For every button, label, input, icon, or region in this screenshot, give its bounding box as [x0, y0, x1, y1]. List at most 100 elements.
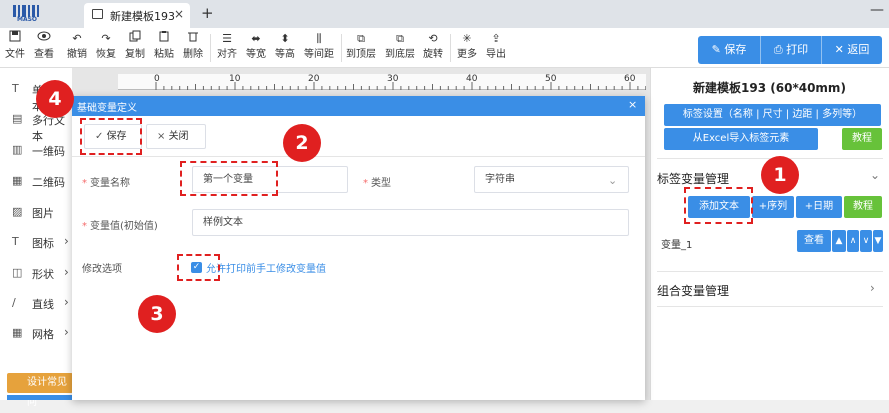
- ruler-label: 0: [154, 74, 160, 84]
- chevron-down-icon[interactable]: ⌄: [870, 168, 880, 182]
- toolbar-separator: [450, 34, 451, 62]
- minimize-icon[interactable]: —: [870, 2, 884, 18]
- toolbar-align-button[interactable]: ☰ 对齐: [216, 30, 238, 66]
- sidebar-item-label: 网格: [32, 328, 54, 341]
- sidebar-item-icon[interactable]: T 图标 ›: [0, 231, 72, 255]
- toolbar-rotate-button[interactable]: ⟲ 旋转: [422, 30, 444, 66]
- bring-top-icon: ⧉: [357, 32, 365, 45]
- sidebar-item-label: 一维码: [32, 145, 65, 158]
- toolbar-equal-height-button[interactable]: ⬍ 等高: [274, 30, 296, 66]
- print-button[interactable]: ⎙ 打印: [761, 36, 821, 64]
- toolbar-undo-button[interactable]: ↶ 撤销: [66, 30, 88, 66]
- chevron-right-icon: ›: [64, 265, 69, 279]
- export-icon: ⇪: [491, 32, 501, 45]
- toolbar-bring-top-button[interactable]: ⧉ 到顶层: [345, 30, 377, 66]
- variable-dialog: 基础变量定义 × ✓ 保存 × 关闭: [72, 96, 645, 400]
- back-button[interactable]: ✕ 返回: [822, 36, 882, 64]
- toolbar-equal-spacing-button[interactable]: ⫼ 等间距: [303, 30, 335, 66]
- combo-variable-management-title: 组合变量管理: [657, 284, 730, 298]
- toolbar-label: 旋转: [423, 49, 443, 60]
- label-settings-button[interactable]: 标签设置（名称 | 尺寸 | 边距 | 多列等）: [664, 104, 881, 126]
- toolbar-send-bottom-button[interactable]: ⧉ 到底层: [384, 30, 416, 66]
- equal-height-icon: ⬍: [280, 32, 290, 45]
- variable-management-title: 标签变量管理: [657, 172, 730, 186]
- toolbar-copy-button[interactable]: 复制: [124, 30, 146, 66]
- dialog-close-label: 关闭: [168, 131, 189, 142]
- variable-value-input[interactable]: 样例文本: [192, 209, 629, 236]
- toolbar-redo-button[interactable]: ↷ 恢复: [95, 30, 117, 66]
- type-label: * 类型: [363, 178, 391, 189]
- annotation-box-add-text: [684, 187, 753, 224]
- import-excel-button[interactable]: 从Excel导入标签元素: [664, 128, 818, 150]
- sidebar-item-grid[interactable]: ▦ 网格 ›: [0, 322, 72, 346]
- print-button-label: 打印: [786, 43, 809, 56]
- annotation-number-2: 2: [283, 124, 321, 162]
- toolbar-export-button[interactable]: ⇪ 导出: [485, 30, 507, 66]
- tab-template[interactable]: 新建模板193 ×: [84, 3, 190, 28]
- modify-options-label: 修改选项: [82, 264, 122, 275]
- undo-icon: ↶: [72, 32, 82, 45]
- toolbar-delete-button[interactable]: 删除: [182, 30, 204, 66]
- toolbar-label: 导出: [486, 49, 506, 60]
- sidebar-item-image[interactable]: ▨ 图片: [0, 201, 72, 225]
- toolbar-label: 粘贴: [154, 49, 174, 60]
- sidebar-item-qrcode[interactable]: ▦ 二维码: [0, 170, 72, 194]
- move-down-icon[interactable]: ∨: [860, 230, 872, 252]
- add-sequence-button[interactable]: +序列: [752, 196, 794, 218]
- equal-width-icon: ⬌: [251, 32, 261, 45]
- toolbar-paste-button[interactable]: 粘贴: [153, 30, 175, 66]
- design-faq-button[interactable]: 设计常见问: [7, 373, 73, 408]
- move-up-top-button[interactable]: ▲: [832, 230, 846, 252]
- label-text: 类型: [371, 178, 391, 189]
- add-date-button[interactable]: +日期: [796, 196, 842, 218]
- move-down-bottom-button[interactable]: ▼: [873, 230, 883, 252]
- add-tab-icon[interactable]: +: [201, 4, 214, 22]
- sidebar-item-barcode[interactable]: ▥ 一维码: [0, 139, 72, 163]
- sidebar-item-shape[interactable]: ◫ 形状 ›: [0, 262, 72, 286]
- ruler-label: 30: [387, 74, 399, 84]
- allow-modify-label[interactable]: 允许打印前手工修改变量值: [206, 260, 326, 275]
- toolbar-more-button[interactable]: ✳ 更多: [456, 30, 478, 66]
- toolbar-view-button[interactable]: 查看: [32, 30, 56, 66]
- chevron-down-icon: ⌄: [608, 174, 618, 187]
- ruler-label: 10: [229, 74, 241, 84]
- app-logo: MASO: [10, 3, 44, 24]
- save-button-label: 保存: [724, 43, 747, 56]
- image-icon: ▨: [12, 205, 23, 218]
- qrcode-icon: ▦: [12, 174, 23, 187]
- tutorial-button[interactable]: 教程: [844, 196, 882, 218]
- save-button[interactable]: ✎ 保存: [698, 36, 760, 64]
- rotate-icon: ⟲: [428, 32, 438, 45]
- close-icon: ✕: [834, 43, 848, 56]
- sidebar-item-label: 图标: [32, 237, 54, 250]
- close-icon: ×: [157, 131, 169, 142]
- template-title: 新建模板193 (60*40mm): [693, 81, 846, 95]
- close-icon[interactable]: ×: [628, 98, 637, 111]
- ruler: 0 10 20 30 40 50 60: [118, 74, 646, 90]
- toolbar-label: 对齐: [217, 49, 237, 60]
- toolbar-file-button[interactable]: 文件: [4, 30, 26, 66]
- sidebar-bottom-button[interactable]: [7, 395, 73, 400]
- type-select[interactable]: 字符串: [474, 166, 629, 193]
- toolbar-label: 等宽: [246, 49, 266, 60]
- save-icon: [4, 30, 26, 48]
- annotation-box-name: [180, 161, 278, 196]
- redo-icon: ↷: [101, 32, 111, 45]
- sidebar-item-line[interactable]: ∕ 直线 ›: [0, 292, 72, 316]
- sidebar-item-label: 直线: [32, 298, 54, 311]
- divider: [72, 156, 645, 157]
- move-up-icon[interactable]: ∧: [847, 230, 859, 252]
- dialog-close-button[interactable]: × 关闭: [146, 124, 206, 149]
- ruler-label: 50: [545, 74, 557, 84]
- view-variable-button[interactable]: 查看: [797, 230, 831, 252]
- chevron-right-icon[interactable]: ›: [870, 281, 875, 295]
- sidebar-item-label: 形状: [32, 268, 54, 281]
- tab-close-icon[interactable]: ×: [174, 7, 184, 21]
- text-icon: T: [12, 82, 19, 95]
- toolbar-label: 删除: [183, 49, 203, 60]
- toolbar-label: 撤销: [67, 49, 87, 60]
- annotation-number-3: 3: [138, 295, 176, 333]
- tutorial-button[interactable]: 教程: [842, 128, 882, 150]
- toolbar-equal-width-button[interactable]: ⬌ 等宽: [245, 30, 267, 66]
- ruler-label: 20: [308, 74, 320, 84]
